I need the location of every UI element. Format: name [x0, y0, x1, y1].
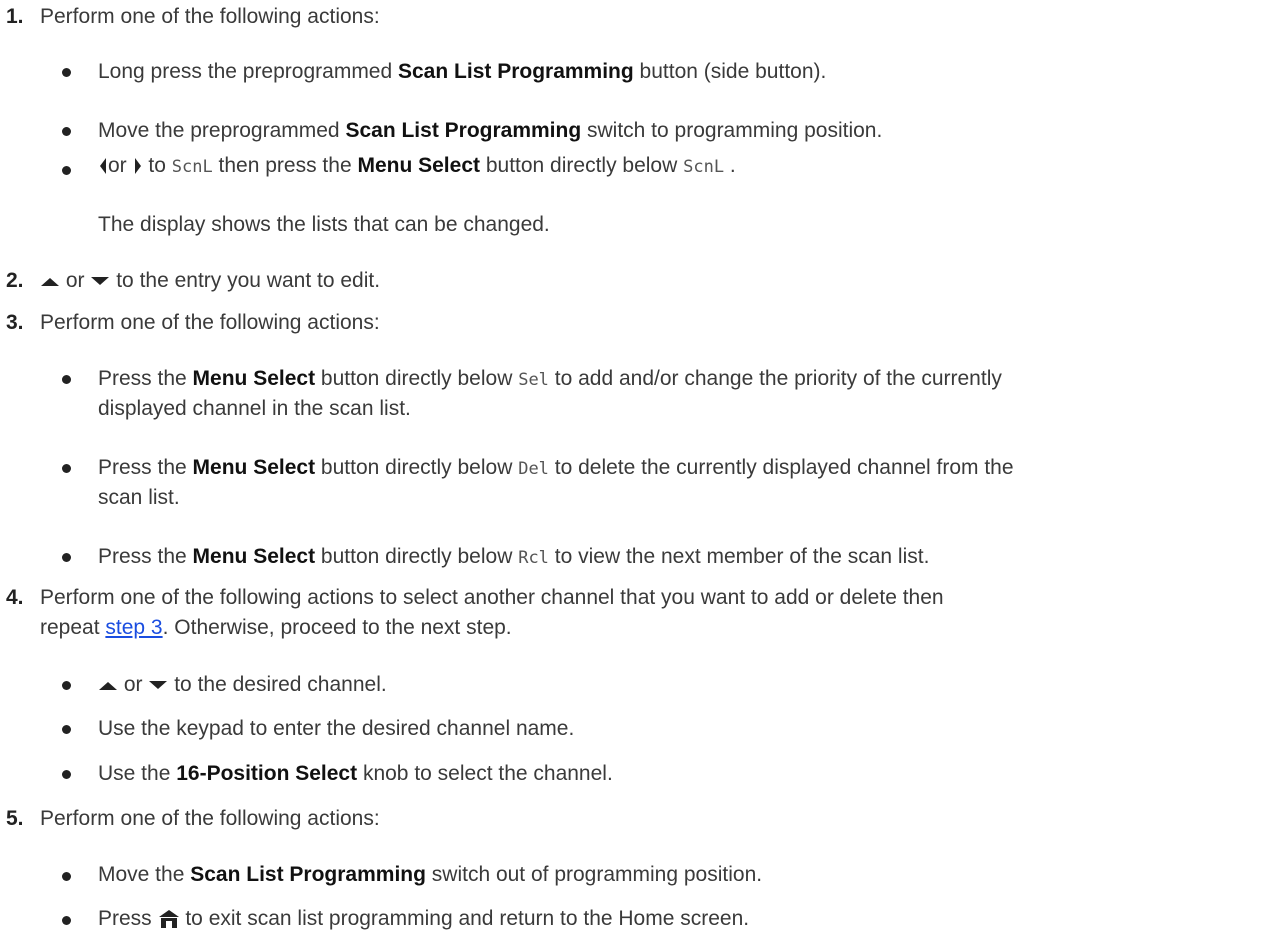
- bullet-icon: [62, 375, 71, 384]
- step-number: 3.: [6, 311, 24, 334]
- left-arrow-icon: [98, 156, 108, 176]
- step-text: Perform one of the following actions to …: [40, 586, 944, 609]
- home-icon: [158, 909, 180, 929]
- bullet-icon: [62, 681, 71, 690]
- step-text: Perform one of the following actions:: [40, 5, 380, 28]
- step-number: 2.: [6, 269, 24, 292]
- list-item-continuation: scan list.: [98, 486, 180, 509]
- list-item: Move the Scan List Programming switch ou…: [98, 863, 763, 886]
- list-item: Long press the preprogrammed Scan List P…: [98, 60, 827, 83]
- right-arrow-icon: [133, 156, 143, 176]
- list-item: Press the Menu Select button directly be…: [98, 367, 1002, 390]
- step-number: 4.: [6, 586, 24, 609]
- down-arrow-icon: [90, 275, 110, 287]
- bullet-icon: [62, 553, 71, 562]
- list-item-continuation: displayed channel in the scan list.: [98, 397, 411, 420]
- bullet-icon: [62, 725, 71, 734]
- bullet-icon: [62, 166, 71, 175]
- step-text-continuation: repeat step 3. Otherwise, proceed to the…: [40, 616, 512, 639]
- bullet-icon: [62, 127, 71, 136]
- up-arrow-icon: [40, 275, 60, 287]
- step-text: or to the entry you want to edit.: [40, 268, 380, 294]
- bullet-icon: [62, 916, 71, 925]
- list-item: Press the Menu Select button directly be…: [98, 545, 930, 568]
- step-text: Perform one of the following actions:: [40, 311, 380, 334]
- bullet-icon: [62, 770, 71, 779]
- step-number: 1.: [6, 5, 24, 28]
- list-item: or to ScnL then press the Menu Select bu…: [98, 153, 736, 180]
- list-item: Use the 16-Position Select knob to selec…: [98, 762, 613, 785]
- list-item: Move the preprogrammed Scan List Program…: [98, 119, 883, 142]
- up-arrow-icon: [98, 679, 118, 691]
- step-note: The display shows the lists that can be …: [98, 213, 550, 236]
- down-arrow-icon: [148, 679, 168, 691]
- step-3-link[interactable]: step 3: [105, 616, 162, 639]
- list-item: or to the desired channel.: [98, 672, 387, 698]
- bullet-icon: [62, 464, 71, 473]
- list-item: Use the keypad to enter the desired chan…: [98, 717, 575, 740]
- bullet-icon: [62, 68, 71, 77]
- step-number: 5.: [6, 807, 24, 830]
- list-item: Press the Menu Select button directly be…: [98, 456, 1014, 479]
- list-item: Press to exit scan list programming and …: [98, 907, 750, 930]
- step-text: Perform one of the following actions:: [40, 807, 380, 830]
- bullet-icon: [62, 872, 71, 881]
